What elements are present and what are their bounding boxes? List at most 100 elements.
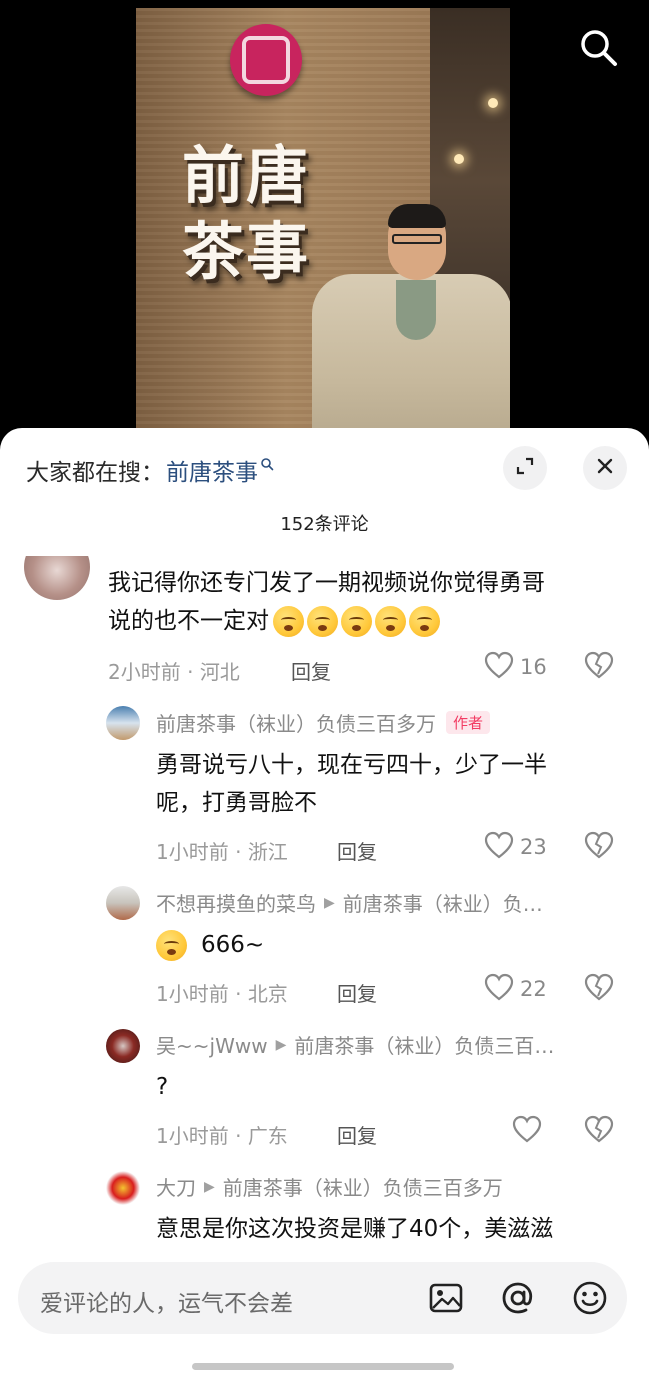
person-figure: [306, 204, 510, 440]
like-button[interactable]: 22: [484, 973, 547, 1005]
close-button[interactable]: [583, 446, 627, 490]
comment-meta: 1小时前 · 浙江: [156, 840, 288, 864]
reply-arrow-icon: ▶: [204, 1178, 215, 1195]
comment-location: 浙江: [247, 840, 288, 864]
heart-outline-icon: [484, 973, 514, 1005]
like-count: 16: [520, 655, 547, 679]
reply-button[interactable]: 回复: [337, 836, 377, 865]
comment-location: 河北: [199, 660, 240, 684]
comment-author: 不想再摸鱼的菜鸟 ▶ 前唐茶事（袜业）负…: [156, 888, 543, 917]
image-icon[interactable]: [428, 1280, 464, 1316]
comment-count-title: 152条评论: [280, 514, 369, 535]
video-player[interactable]: 前唐 茶事: [0, 0, 649, 440]
author-name[interactable]: 吴~~jWww: [156, 1030, 268, 1059]
ceiling-light: [454, 154, 464, 164]
reply-button[interactable]: 回复: [337, 978, 377, 1007]
trending-search-hint[interactable]: 大家都在搜： 前唐茶事: [26, 453, 274, 487]
emoji-picker-icon[interactable]: [572, 1280, 608, 1316]
comment-text: 意思是你这次投资是赚了40个，美滋滋: [156, 1216, 554, 1242]
author-name[interactable]: 大刀: [156, 1172, 196, 1201]
home-indicator[interactable]: [192, 1363, 454, 1370]
comment-text-line: 呢，打勇哥脸不: [156, 790, 317, 816]
smirk-emoji-icon: [273, 606, 304, 637]
comment-time: 1小时前: [156, 840, 229, 864]
comment-input-placeholder[interactable]: 爱评论的人，运气不会差: [40, 1284, 293, 1318]
sheet-header: 大家都在搜： 前唐茶事: [0, 428, 649, 508]
like-button[interactable]: [512, 1115, 542, 1147]
comment-location: 广东: [247, 1124, 288, 1148]
close-icon: [595, 456, 615, 480]
comment-list: 我记得你还专门发了一期视频说你觉得勇哥 说的也不一定对 2小时前 · 河北 回复…: [0, 556, 649, 1246]
smirk-emoji-icon: [307, 606, 338, 637]
expand-icon: [514, 455, 536, 481]
avatar[interactable]: [106, 1029, 140, 1063]
at-mention-icon[interactable]: [500, 1280, 536, 1316]
heart-outline-icon: [484, 651, 514, 683]
comment-text: ?: [156, 1074, 169, 1100]
author-name[interactable]: 前唐茶事（袜业）负债三百多万: [156, 708, 436, 737]
shop-sign-line1: 前唐: [182, 139, 311, 212]
dislike-button[interactable]: [584, 973, 614, 1005]
comment-text-line: 我记得你还专门发了一期视频说你觉得勇哥: [108, 570, 545, 596]
trending-search-prefix: 大家都在搜：: [26, 460, 164, 486]
broken-heart-icon: [584, 1115, 614, 1147]
dislike-button[interactable]: [584, 831, 614, 863]
like-button[interactable]: 23: [484, 831, 547, 863]
comment-author: 前唐茶事（袜业）负债三百多万 作者: [156, 708, 491, 737]
comment-time: 2小时前: [108, 660, 181, 684]
comment-text-span: 666~: [201, 932, 265, 958]
broken-heart-icon: [584, 651, 614, 683]
grin-sweat-emoji-icon: [156, 929, 187, 961]
smirk-emoji-icon: [341, 606, 372, 637]
comment-text-line: 说的也不一定对: [108, 602, 628, 640]
ceiling-light: [488, 98, 498, 108]
reply-arrow-icon: ▶: [324, 894, 335, 911]
heart-outline-icon: [512, 1115, 542, 1147]
reply-button[interactable]: 回复: [337, 1120, 377, 1149]
shop-logo: [230, 24, 302, 96]
comment-author: 吴~~jWww ▶ 前唐茶事（袜业）负债三百…: [156, 1030, 554, 1059]
reply-arrow-icon: ▶: [275, 1036, 287, 1053]
comment-text-line: 勇哥说亏八十，现在亏四十，少了一半: [156, 752, 547, 778]
reply-button[interactable]: 回复: [291, 656, 331, 685]
expand-button[interactable]: [503, 446, 547, 490]
comment-sheet: 大家都在搜： 前唐茶事 152条评论 我记得你还专门发了一期视频说你觉得勇哥 说…: [0, 428, 649, 1382]
comment-author: 大刀 ▶ 前唐茶事（袜业）负债三百多万: [156, 1172, 503, 1201]
comment-text-span: 说的也不一定对: [108, 608, 269, 634]
broken-heart-icon: [584, 973, 614, 1005]
avatar[interactable]: [106, 706, 140, 740]
comment-time: 1小时前: [156, 1124, 229, 1148]
video-frame: 前唐 茶事: [136, 8, 510, 440]
broken-heart-icon: [584, 831, 614, 863]
dislike-button[interactable]: [584, 1115, 614, 1147]
avatar[interactable]: [24, 556, 90, 600]
like-count: 22: [520, 977, 547, 1001]
avatar[interactable]: [106, 1171, 140, 1205]
like-count: 23: [520, 835, 547, 859]
magnifier-small-icon: [260, 451, 274, 477]
heart-outline-icon: [484, 831, 514, 863]
shop-sign-line2: 茶事: [182, 215, 311, 288]
reply-to-name[interactable]: 前唐茶事（袜业）负债三百…: [294, 1030, 554, 1059]
reply-to-name[interactable]: 前唐茶事（袜业）负债三百多万: [223, 1172, 503, 1201]
trending-search-keyword[interactable]: 前唐茶事: [166, 453, 258, 487]
comment-meta: 1小时前 · 北京: [156, 982, 288, 1006]
author-name[interactable]: 不想再摸鱼的菜鸟: [156, 888, 316, 917]
like-button[interactable]: 16: [484, 651, 547, 683]
comment-meta: 2小时前 · 河北: [108, 660, 240, 684]
comment-text: 666~: [156, 926, 264, 964]
comment-time: 1小时前: [156, 982, 229, 1006]
author-tag: 作者: [446, 711, 491, 734]
smirk-emoji-icon: [375, 606, 406, 637]
comment-text: 我记得你还专门发了一期视频说你觉得勇哥 说的也不一定对: [108, 564, 628, 640]
reply-to-name[interactable]: 前唐茶事（袜业）负…: [343, 888, 543, 917]
comment-location: 北京: [247, 982, 288, 1006]
emoji-group: [273, 602, 443, 640]
comment-meta: 1小时前 · 广东: [156, 1124, 288, 1148]
comment-input-bar[interactable]: 爱评论的人，运气不会差: [18, 1262, 627, 1334]
dislike-button[interactable]: [584, 651, 614, 683]
avatar[interactable]: [106, 886, 140, 920]
smirk-emoji-icon: [409, 606, 440, 637]
comment-text: 勇哥说亏八十，现在亏四十，少了一半 呢，打勇哥脸不: [156, 746, 626, 822]
search-icon[interactable]: [579, 28, 619, 68]
